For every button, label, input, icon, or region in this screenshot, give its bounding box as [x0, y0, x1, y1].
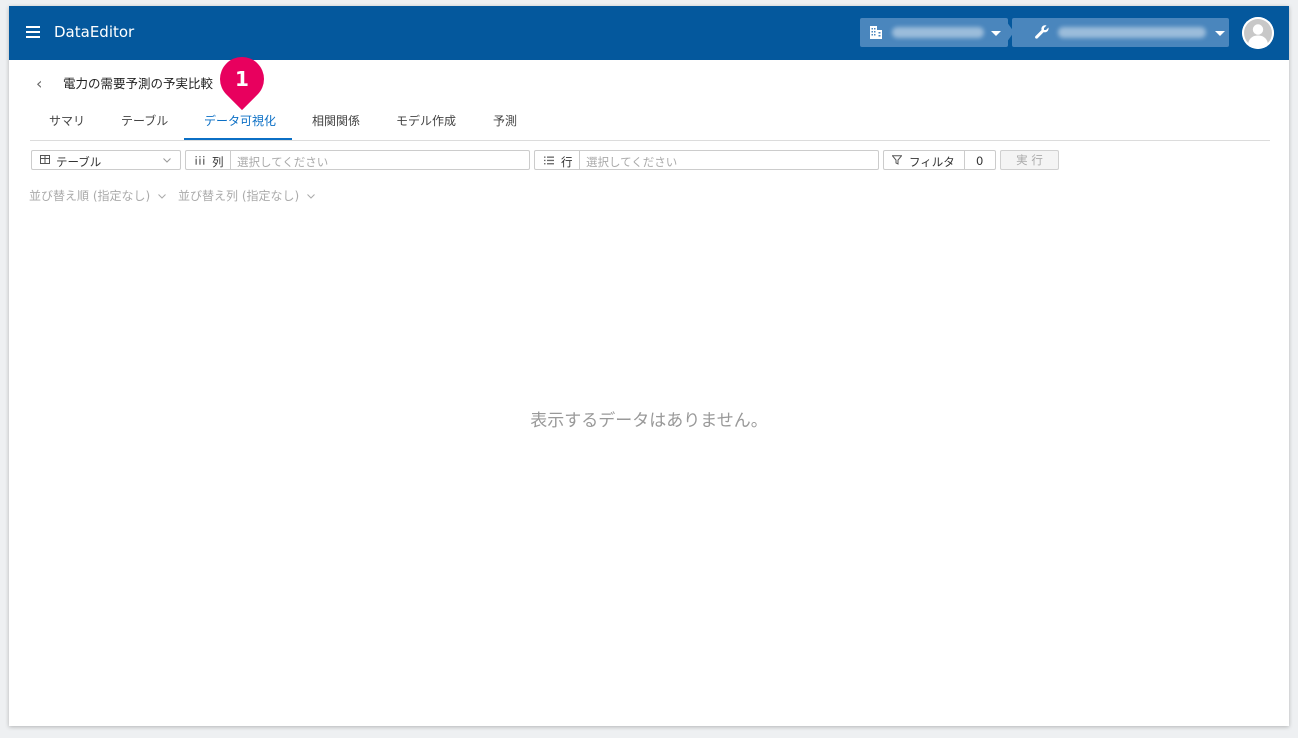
tab-correlation[interactable]: 相関関係 [312, 112, 360, 129]
columns-label: 列 [212, 155, 224, 169]
app-title: DataEditor [54, 23, 135, 41]
tab-data-visualization[interactable]: データ可視化 [204, 112, 276, 129]
filter-funnel-icon [892, 155, 902, 165]
wrench-icon [1035, 25, 1049, 39]
tab-model-creation[interactable]: モデル作成 [396, 112, 456, 129]
top-app-bar: DataEditor [9, 6, 1289, 60]
empty-state-message: 表示するデータはありません。 [530, 411, 768, 431]
organization-name-redacted [892, 27, 984, 38]
table-grid-icon [40, 155, 50, 164]
page-title: 電力の需要予測の予実比較 [63, 76, 214, 91]
active-tab-indicator [184, 138, 292, 140]
rows-label: 行 [561, 155, 573, 169]
tab-summary[interactable]: サマリ [49, 112, 85, 129]
project-selector[interactable] [1012, 18, 1229, 47]
field-divider [230, 151, 231, 169]
field-divider [964, 151, 965, 169]
sort-order-select[interactable]: 並び替え順 (指定なし) [29, 187, 166, 204]
app-window: DataEditor ‹ 電力の需要予測の予実比較 1 サマリ テーブル データ… [9, 6, 1289, 726]
filter-button[interactable]: フィルタ 0 [883, 150, 996, 170]
tab-bar: サマリ テーブル データ可視化 相関関係 モデル作成 予測 [30, 102, 1270, 141]
sort-column-label: 並び替え列 (指定なし) [178, 189, 300, 203]
chevron-down-icon [1215, 31, 1225, 36]
building-icon [870, 26, 882, 39]
rows-list-icon [544, 156, 554, 165]
columns-placeholder: 選択してください [237, 155, 329, 169]
project-name-redacted [1058, 27, 1206, 38]
field-divider [579, 151, 580, 169]
chevron-down-icon [158, 194, 166, 199]
back-chevron-icon[interactable]: ‹ [36, 74, 42, 93]
filter-label: フィルタ [909, 155, 955, 169]
rows-placeholder: 選択してください [586, 155, 678, 169]
sort-column-select[interactable]: 並び替え列 (指定なし) [178, 187, 315, 204]
columns-icon [195, 156, 205, 165]
user-avatar-icon[interactable] [1242, 17, 1274, 49]
chevron-down-icon [991, 31, 1001, 36]
view-type-value: テーブル [56, 155, 102, 169]
hamburger-menu-icon[interactable] [26, 26, 40, 38]
chevron-down-icon [163, 158, 171, 163]
columns-field[interactable]: 列 選択してください [185, 150, 530, 170]
rows-field[interactable]: 行 選択してください [534, 150, 879, 170]
chevron-down-icon [307, 194, 315, 199]
sort-order-label: 並び替え順 (指定なし) [29, 189, 151, 203]
tab-table[interactable]: テーブル [121, 112, 168, 129]
tab-prediction[interactable]: 予測 [493, 112, 517, 129]
view-type-select[interactable]: テーブル [31, 150, 181, 170]
run-button[interactable]: 実 行 [1000, 150, 1059, 170]
filter-count: 0 [976, 154, 984, 168]
organization-selector[interactable] [860, 18, 1008, 47]
step-badge-number: 1 [235, 67, 249, 91]
